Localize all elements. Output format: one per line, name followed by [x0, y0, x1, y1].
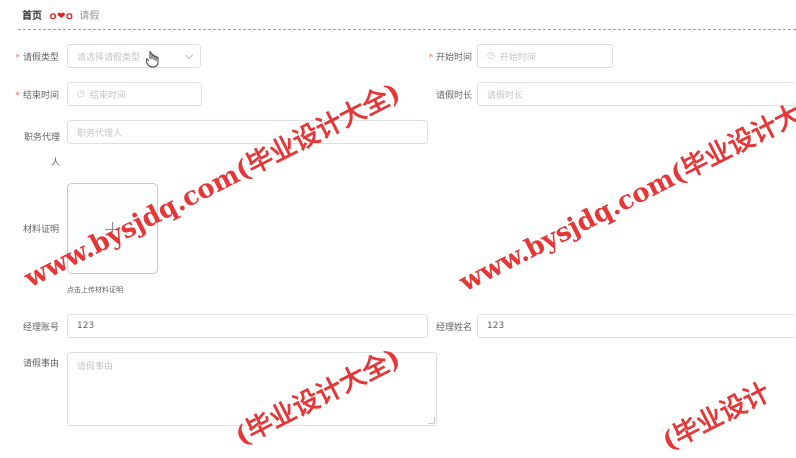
watermark-text: (毕业设计: [657, 377, 775, 458]
start-time-placeholder: 开始时间: [499, 52, 536, 63]
reason-placeholder: 请假事由: [77, 362, 114, 372]
deputy-label: 职务代理人: [24, 133, 61, 168]
leave-type-placeholder: 请选择请假类型: [77, 52, 141, 63]
breadcrumb-current: 请假: [79, 10, 100, 22]
watermark-text: www.bysjdq.com(毕业设计大全): [454, 81, 796, 299]
duration-input[interactable]: 请假时长: [477, 82, 796, 106]
start-time-label: * 开始时间: [428, 53, 472, 63]
reason-label: 请假事由: [22, 359, 59, 369]
header-divider: [18, 29, 796, 30]
breadcrumb-home[interactable]: 首页: [22, 7, 42, 22]
duration-placeholder: 请假时长: [487, 90, 524, 101]
clock-icon: ◷: [77, 89, 85, 99]
manager-account-value: 123: [77, 321, 95, 331]
leave-type-label: * 请假类型: [15, 53, 59, 63]
breadcrumb-separator-icon: ｏ❤ｏ: [48, 10, 74, 22]
manager-account-input[interactable]: 123: [67, 314, 428, 338]
leave-type-select[interactable]: 请选择请假类型: [67, 44, 201, 68]
deputy-placeholder: 职务代理人: [77, 128, 123, 139]
required-mark: *: [15, 91, 20, 101]
manager-account-label: 经理账号: [22, 323, 59, 333]
end-time-label: * 结束时间: [15, 91, 59, 101]
clock-icon: ◷: [487, 51, 495, 61]
required-mark: *: [15, 53, 20, 63]
chevron-down-icon: [184, 50, 194, 60]
material-upload-hint: 点击上传材料证明: [67, 286, 123, 294]
hand-pointer-icon: [146, 51, 159, 68]
plus-icon: +: [102, 214, 123, 243]
reason-textarea[interactable]: 请假事由: [67, 352, 437, 426]
breadcrumb: 首页 ｏ❤ｏ 请假: [0, 0, 796, 28]
material-upload-box[interactable]: +: [67, 183, 158, 274]
start-time-picker[interactable]: ◷ 开始时间: [477, 44, 613, 68]
deputy-input[interactable]: 职务代理人: [67, 120, 428, 144]
resize-handle-icon[interactable]: [428, 417, 435, 424]
manager-name-input[interactable]: 123: [477, 314, 796, 338]
duration-label: 请假时长: [435, 91, 472, 101]
end-time-picker[interactable]: ◷ 结束时间: [67, 82, 202, 106]
manager-name-value: 123: [487, 321, 505, 331]
material-label: 材料证明: [22, 225, 59, 235]
required-mark: *: [428, 53, 433, 63]
end-time-placeholder: 结束时间: [89, 90, 126, 101]
manager-name-label: 经理姓名: [435, 323, 472, 333]
